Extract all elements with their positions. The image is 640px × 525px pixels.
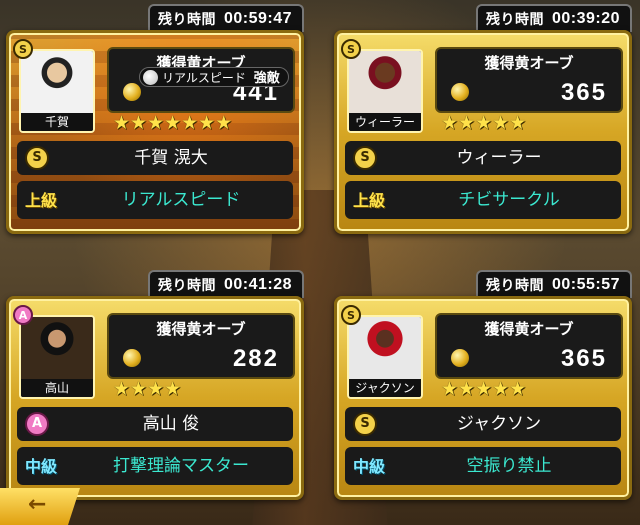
orb-title: 獲得黄オーブ <box>156 320 246 338</box>
card-panel: A 高山 獲得黄オーブ 282 ★★★★ A 高山 俊 中級 打撃理論マスター <box>6 296 304 500</box>
player-name: ジャクソン <box>456 414 542 434</box>
back-arrow-icon: ← <box>28 492 47 517</box>
baseball-icon <box>143 70 158 85</box>
skill-row: 上級 リアルスピード <box>17 181 293 219</box>
opponent-card-3[interactable]: 残り時間 00:41:28 A 高山 獲得黄オーブ 282 ★★★★ A 高山 … <box>6 270 304 500</box>
player-name-row: S ウィーラー <box>345 141 621 175</box>
card-panel: S ジャクソン 獲得黄オーブ 365 ★★★★★ S ジャクソン 中級 空振り禁… <box>334 296 632 500</box>
skill-level: 上級 <box>25 191 58 210</box>
timer: 残り時間 00:41:28 <box>147 270 304 298</box>
orb-box: 獲得黄オーブ 365 <box>435 47 623 113</box>
opponent-card-2[interactable]: 残り時間 00:39:20 S ウィーラー 獲得黄オーブ 365 ★★★★★ S… <box>334 4 632 234</box>
rank-badge-icon: S <box>353 412 377 436</box>
star-rating: ★★★★★ <box>441 112 527 134</box>
opponent-card-4[interactable]: 残り時間 00:55:57 S ジャクソン 獲得黄オーブ 365 ★★★★★ S… <box>334 270 632 500</box>
skill-row: 中級 打撃理論マスター <box>17 447 293 485</box>
tag-strong: 強敵 <box>253 71 280 86</box>
skill-level: 中級 <box>353 457 386 476</box>
yellow-orb-icon <box>123 349 141 367</box>
yellow-orb-icon <box>451 83 469 101</box>
player-name: 千賀 滉大 <box>134 148 208 168</box>
player-photo <box>21 317 93 379</box>
orb-box: 獲得黄オーブ 365 <box>435 313 623 379</box>
opponent-card-1[interactable]: 残り時間 00:59:47 S 千賀 リアルスピード 強敵 獲得黄オーブ 441… <box>6 4 304 234</box>
card-panel: S ウィーラー 獲得黄オーブ 365 ★★★★★ S ウィーラー 上級 チビサー… <box>334 30 632 234</box>
card-panel: S 千賀 リアルスピード 強敵 獲得黄オーブ 441 ★★★★★★★ S 千賀 … <box>6 30 304 234</box>
timer-value: 00:55:57 <box>551 276 620 293</box>
orb-title: 獲得黄オーブ <box>484 320 574 338</box>
rank-icon: S <box>341 305 361 325</box>
rank-icon: S <box>341 39 361 59</box>
timer-label: 残り時間 <box>485 277 544 293</box>
portrait-name: ジャクソン <box>349 379 421 397</box>
special-tag: リアルスピード 強敵 <box>139 67 289 87</box>
yellow-orb-icon <box>123 83 141 101</box>
yellow-orb-icon <box>451 349 469 367</box>
player-name: ウィーラー <box>456 148 542 168</box>
back-button[interactable]: ← <box>0 488 80 525</box>
player-name-row: S 千賀 滉大 <box>17 141 293 175</box>
player-portrait: 高山 <box>19 315 95 399</box>
portrait-name: 高山 <box>21 379 93 397</box>
tag-label: リアルスピード <box>162 71 246 85</box>
orb-title: 獲得黄オーブ <box>484 54 574 72</box>
skill-level: 上級 <box>353 191 386 210</box>
skill-row: 上級 チビサークル <box>345 181 621 219</box>
star-rating: ★★★★ <box>113 378 182 400</box>
portrait-name: 千賀 <box>21 113 93 131</box>
timer-label: 残り時間 <box>157 11 216 27</box>
player-portrait: 千賀 <box>19 49 95 133</box>
skill-name: チビサークル <box>458 190 560 210</box>
player-photo <box>349 51 421 113</box>
orb-value: 282 <box>232 345 279 372</box>
player-photo <box>21 51 93 113</box>
orb-value: 365 <box>560 79 607 106</box>
timer-label: 残り時間 <box>485 11 544 27</box>
timer: 残り時間 00:55:57 <box>475 270 632 298</box>
timer-value: 00:59:47 <box>223 10 292 27</box>
player-portrait: ジャクソン <box>347 315 423 399</box>
player-name-row: A 高山 俊 <box>17 407 293 441</box>
timer-label: 残り時間 <box>157 277 216 293</box>
star-rating: ★★★★★★★ <box>113 112 233 134</box>
timer: 残り時間 00:59:47 <box>147 4 304 32</box>
player-photo <box>349 317 421 379</box>
skill-row: 中級 空振り禁止 <box>345 447 621 485</box>
timer-value: 00:41:28 <box>223 276 292 293</box>
skill-level: 中級 <box>25 457 58 476</box>
rank-badge-icon: A <box>25 412 49 436</box>
skill-name: 打撃理論マスター <box>113 456 249 476</box>
rank-icon: S <box>13 39 33 59</box>
rank-icon: A <box>13 305 33 325</box>
player-name-row: S ジャクソン <box>345 407 621 441</box>
timer: 残り時間 00:39:20 <box>475 4 632 32</box>
timer-value: 00:39:20 <box>551 10 620 27</box>
rank-badge-icon: S <box>25 146 49 170</box>
player-name: 高山 俊 <box>142 414 200 434</box>
orb-box: 獲得黄オーブ 282 <box>107 313 295 379</box>
player-portrait: ウィーラー <box>347 49 423 133</box>
star-rating: ★★★★★ <box>441 378 527 400</box>
rank-badge-icon: S <box>353 146 377 170</box>
skill-name: リアルスピード <box>121 190 241 210</box>
portrait-name: ウィーラー <box>349 113 421 131</box>
orb-value: 365 <box>560 345 607 372</box>
skill-name: 空振り禁止 <box>466 456 552 476</box>
